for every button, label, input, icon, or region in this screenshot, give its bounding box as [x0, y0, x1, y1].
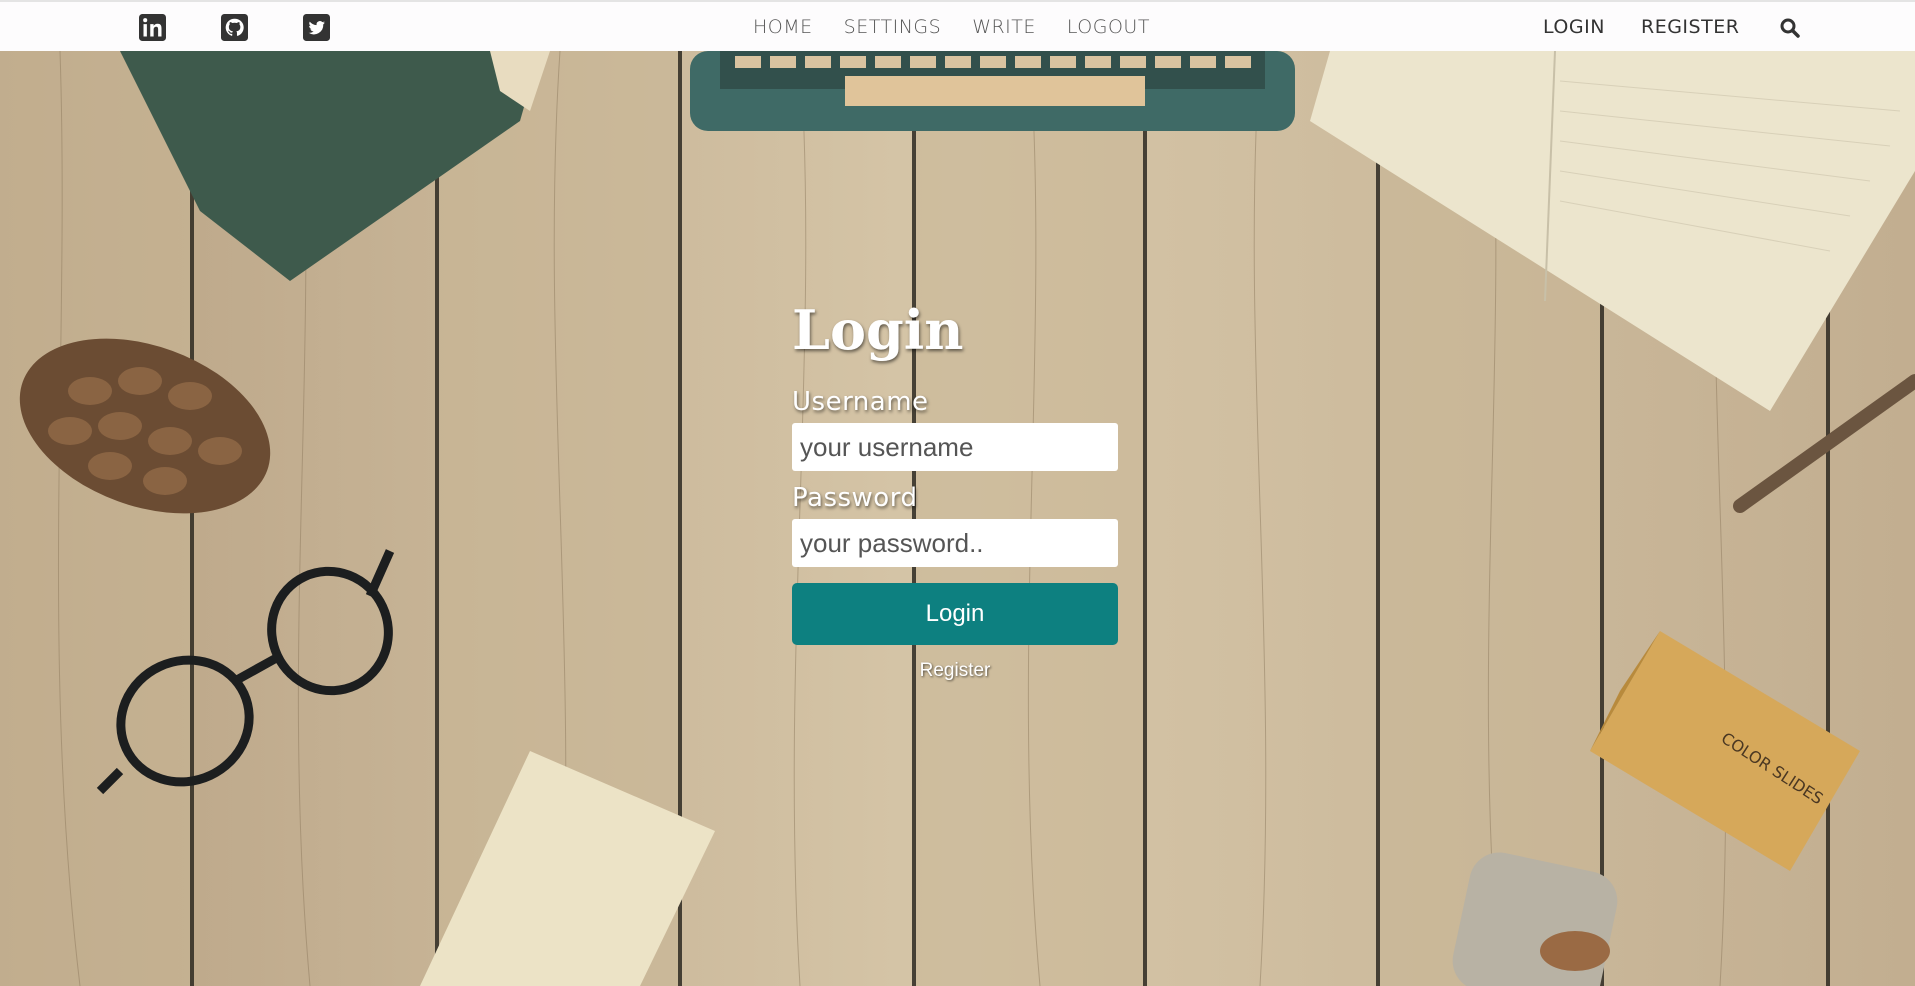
top-navigation-bar: HOME SETTINGS WRITE LOGOUT LOGIN REGISTE… — [0, 0, 1915, 51]
nav-logout[interactable]: LOGOUT — [1067, 16, 1150, 38]
nav-home[interactable]: HOME — [753, 16, 813, 38]
nav-register[interactable]: REGISTER — [1641, 16, 1739, 38]
login-form: Login Username Password Login Register — [792, 303, 1118, 682]
twitter-icon[interactable] — [303, 14, 330, 41]
username-input[interactable] — [792, 423, 1118, 471]
search-icon[interactable] — [1779, 17, 1801, 39]
username-label: Username — [792, 387, 929, 417]
login-button[interactable]: Login — [792, 583, 1118, 645]
nav-settings[interactable]: SETTINGS — [844, 16, 942, 38]
nav-login[interactable]: LOGIN — [1543, 16, 1605, 38]
github-icon[interactable] — [221, 14, 248, 41]
linkedin-icon[interactable] — [139, 14, 166, 41]
password-label: Password — [792, 483, 918, 513]
login-title: Login — [792, 298, 964, 362]
social-links — [139, 14, 385, 41]
typewriter-decoration — [690, 51, 1295, 131]
nav-write[interactable]: WRITE — [972, 16, 1036, 38]
password-input[interactable] — [792, 519, 1118, 567]
main-nav: HOME SETTINGS WRITE LOGOUT — [753, 2, 1181, 51]
register-link[interactable]: Register — [792, 660, 1118, 682]
